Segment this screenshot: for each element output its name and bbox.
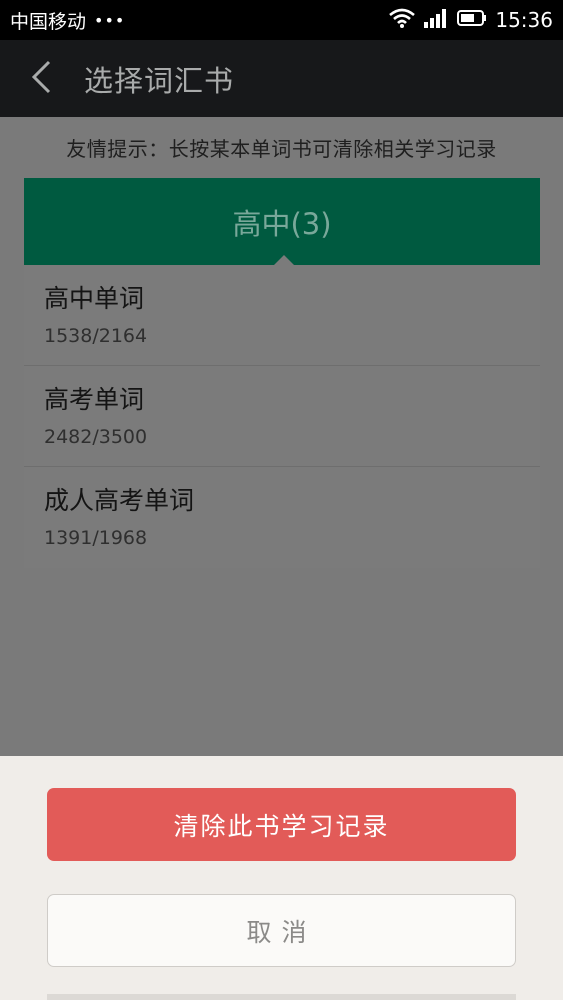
clear-record-button[interactable]: 清除此书学习记录	[47, 788, 516, 861]
list-item[interactable]: 高考单词 2482/3500	[24, 366, 540, 467]
chevron-left-icon	[29, 59, 53, 99]
page-title: 选择词汇书	[84, 63, 235, 98]
book-title: 高考单词	[44, 385, 145, 414]
book-progress: 2482/3500	[44, 426, 148, 448]
hint-text: 友情提示：长按某本单词书可清除相关学习记录	[66, 137, 497, 161]
battery-icon	[457, 9, 487, 32]
tab-label: 高中(3)	[232, 206, 332, 241]
cancel-button[interactable]: 取消	[47, 894, 516, 967]
tab-category[interactable]: 高中(3)	[24, 178, 540, 265]
back-button[interactable]	[6, 40, 76, 117]
book-card: 高中(3) 高中单词 1538/2164 高考单词 2482/3500 成人高考…	[24, 178, 540, 568]
book-progress: 1391/1968	[44, 527, 148, 549]
sheet-divider	[47, 994, 516, 1000]
book-title: 高中单词	[44, 284, 145, 313]
wifi-icon	[389, 8, 416, 33]
carrier-label: 中国移动	[10, 10, 87, 33]
list-item[interactable]: 高中单词 1538/2164	[24, 265, 540, 366]
clock: 15:36	[495, 8, 553, 32]
signal-icon	[423, 8, 449, 33]
status-right: 15:36	[389, 8, 553, 33]
tab-pointer	[274, 255, 294, 265]
book-list: 高中单词 1538/2164 高考单词 2482/3500 成人高考单词 139…	[24, 265, 540, 568]
status-bar: 中国移动 ••• 15:36	[0, 0, 563, 40]
book-title: 成人高考单词	[44, 486, 195, 515]
book-progress: 1538/2164	[44, 325, 148, 347]
notification-dots: •••	[94, 10, 126, 30]
list-item[interactable]: 成人高考单词 1391/1968	[24, 467, 540, 568]
action-sheet: 清除此书学习记录 取消	[0, 756, 563, 1000]
status-left: 中国移动 •••	[10, 7, 125, 34]
app-bar: 选择词汇书	[0, 40, 563, 117]
